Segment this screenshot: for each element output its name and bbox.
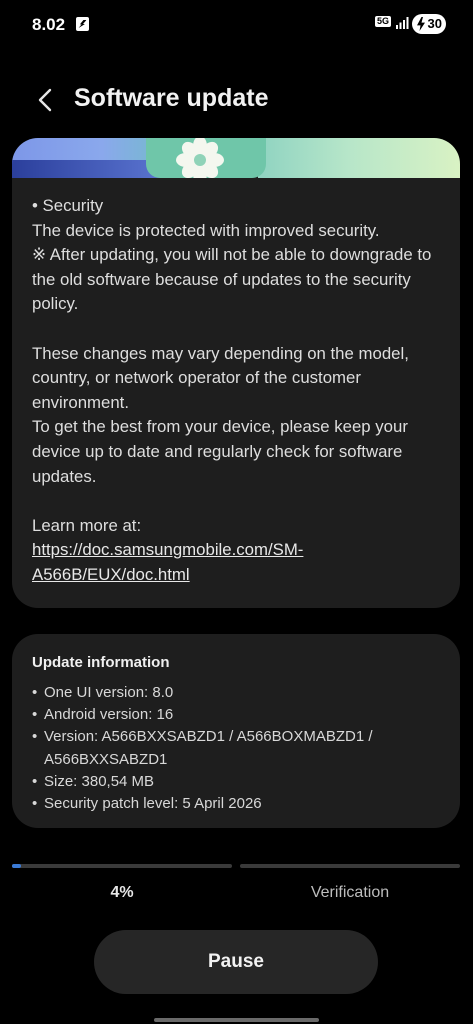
charging-bolt-icon <box>417 17 425 31</box>
network-badge: 5G <box>375 16 392 27</box>
learn-more-label: Learn more at: <box>32 515 142 535</box>
info-item-version: Version: A566BXXSABZD1 / A566BOXMABZD1 /… <box>32 726 442 770</box>
notes-paragraph: • Security <box>32 196 104 215</box>
software-update-screen: 8.02 5G 30 Software update • Security Th… <box>0 0 473 1024</box>
notes-paragraph: To get the best from your device, please… <box>32 417 408 486</box>
notes-paragraph: ※ After updating, you will not be able t… <box>32 245 432 314</box>
download-percent-label: 4% <box>110 884 134 901</box>
learn-more-link[interactable]: https://doc.samsungmobile.com/SM-A566B/E… <box>32 540 303 584</box>
update-information-title: Update information <box>32 654 170 671</box>
battery-indicator: 30 <box>412 14 446 34</box>
page-title: Software update <box>74 84 269 112</box>
status-time: 8.02 <box>32 15 66 34</box>
update-information-card: Update information One UI version: 8.0 A… <box>12 634 460 828</box>
signal-icon <box>396 17 409 29</box>
release-notes-card: • Security The device is protected with … <box>12 138 460 608</box>
home-indicator[interactable] <box>154 1018 319 1022</box>
flower-icon <box>176 138 224 178</box>
notes-paragraph: These changes may vary depending on the … <box>32 343 409 412</box>
verification-label: Verification <box>310 884 390 901</box>
info-item-security-patch: Security patch level: 5 April 2026 <box>32 793 442 815</box>
update-banner <box>12 138 460 178</box>
notification-icon <box>76 17 89 31</box>
info-item-size: Size: 380,54 MB <box>32 771 442 793</box>
verification-progress-bar <box>240 864 460 868</box>
back-button[interactable] <box>28 82 62 118</box>
info-item-one-ui-version: One UI version: 8.0 <box>32 682 442 704</box>
pause-button[interactable]: Pause <box>94 930 378 994</box>
chevron-left-icon <box>38 88 52 112</box>
update-information-list: One UI version: 8.0 Android version: 16 … <box>32 682 442 815</box>
battery-level: 30 <box>427 16 442 31</box>
release-notes-text: • Security The device is protected with … <box>32 194 447 588</box>
notes-paragraph: The device is protected with improved se… <box>32 220 380 240</box>
info-item-android-version: Android version: 16 <box>32 704 442 726</box>
download-progress-fill <box>12 864 21 868</box>
status-bar: 8.02 5G 30 <box>0 0 473 52</box>
download-progress-bar <box>12 864 232 868</box>
